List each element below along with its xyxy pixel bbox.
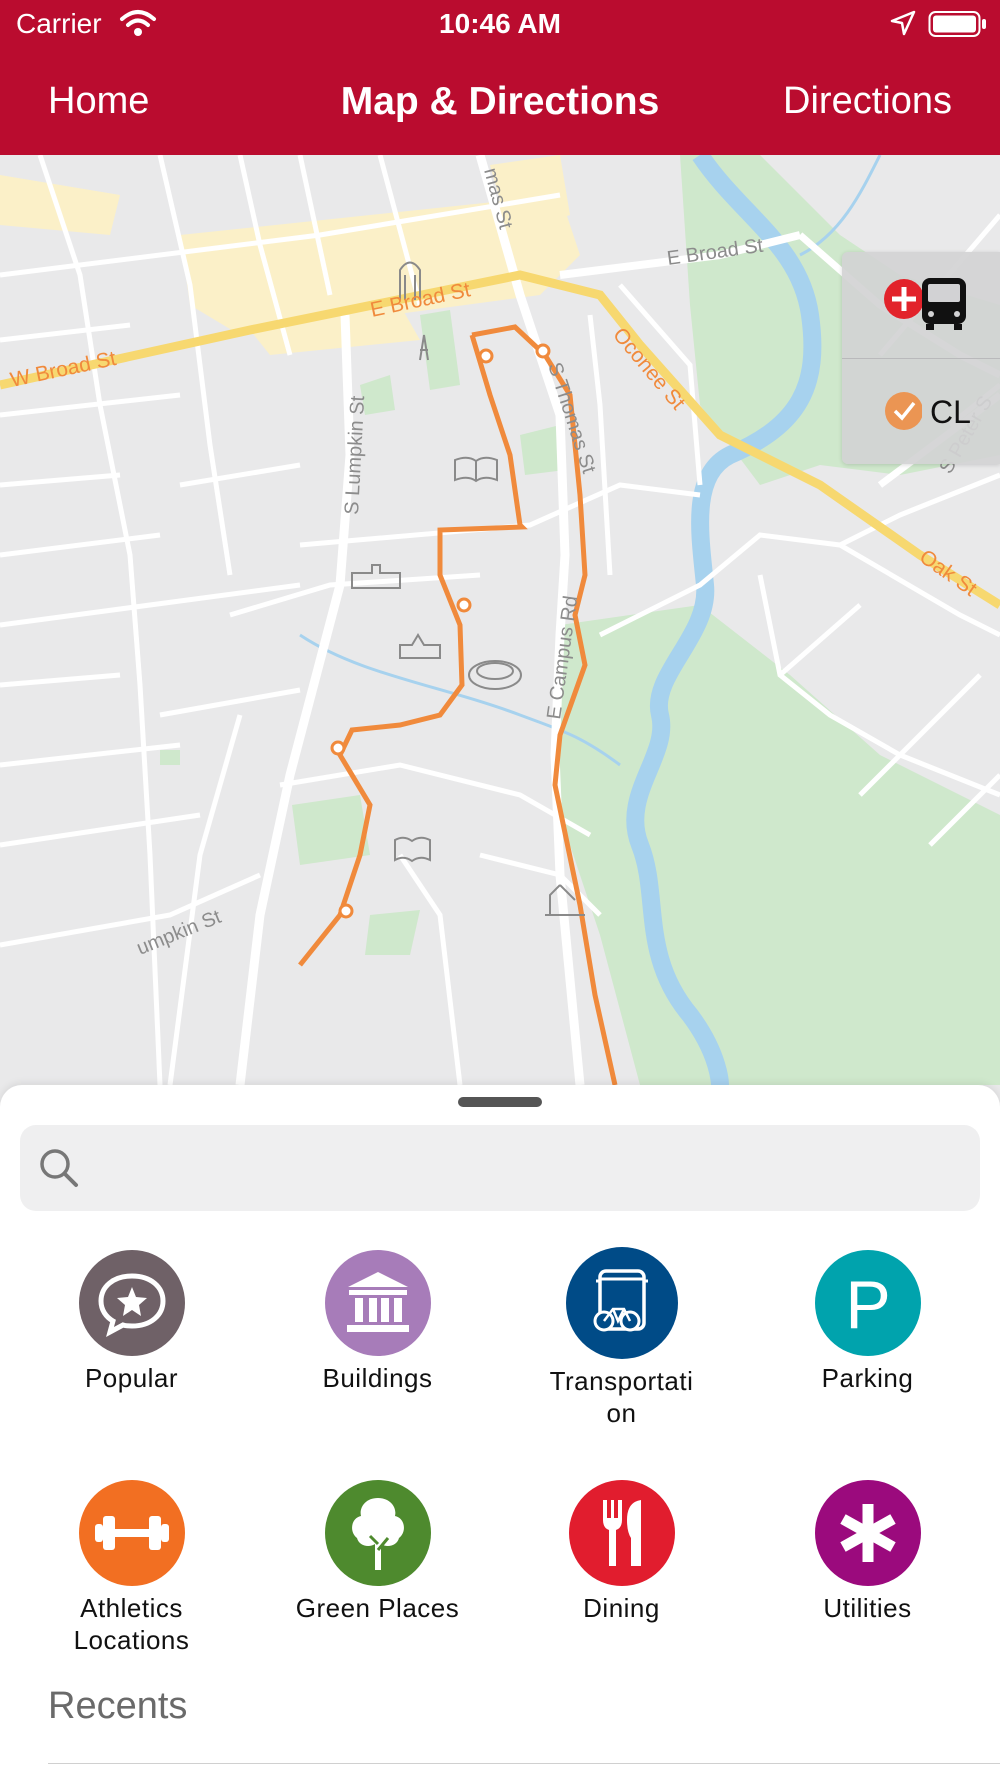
asterisk-icon bbox=[814, 1480, 921, 1586]
directions-button[interactable]: Directions bbox=[783, 80, 952, 123]
popular-icon bbox=[78, 1250, 185, 1356]
campus-map[interactable]: W Broad St E Broad St Oconee St Oak St E… bbox=[0, 155, 1000, 1085]
cl-route-label: CL bbox=[930, 394, 971, 430]
search-bar[interactable] bbox=[20, 1125, 980, 1211]
check-circle-icon bbox=[885, 392, 922, 430]
navigation-bar: Home Map & Directions Directions bbox=[0, 50, 1000, 155]
bottom-sheet: Popular Buildings Transportati on P Park… bbox=[0, 1085, 1000, 1778]
category-popular[interactable]: Popular bbox=[9, 1250, 254, 1394]
cl-route-toggle[interactable]: CL bbox=[842, 358, 1000, 464]
add-bus-icon bbox=[884, 278, 966, 330]
recents-divider bbox=[48, 1763, 1000, 1764]
status-bar: Carrier 10:46 AM bbox=[0, 0, 1000, 50]
category-label: Transportati on bbox=[549, 1366, 694, 1428]
map-controls-panel: CL bbox=[842, 252, 1000, 464]
dumbbell-icon bbox=[78, 1480, 185, 1586]
tree-icon bbox=[324, 1480, 431, 1586]
building-icon bbox=[324, 1250, 431, 1356]
category-label: Athletics Locations bbox=[73, 1593, 190, 1655]
category-parking[interactable]: P Parking bbox=[745, 1250, 990, 1394]
battery-icon bbox=[928, 11, 986, 37]
category-dining[interactable]: Dining bbox=[499, 1480, 744, 1624]
category-label: Parking bbox=[821, 1363, 914, 1393]
add-bus-route-button[interactable] bbox=[842, 252, 1000, 358]
search-input[interactable] bbox=[98, 1125, 958, 1211]
search-icon bbox=[40, 1149, 78, 1187]
location-arrow-icon bbox=[890, 10, 916, 36]
category-label: Popular bbox=[84, 1363, 179, 1393]
category-utilities[interactable]: Utilities bbox=[745, 1480, 990, 1624]
category-green-places[interactable]: Green Places bbox=[255, 1480, 500, 1624]
sheet-grabber[interactable] bbox=[458, 1097, 542, 1107]
recents-heading: Recents bbox=[48, 1685, 188, 1727]
status-time: 10:46 AM bbox=[439, 8, 561, 39]
bus-bike-icon bbox=[565, 1247, 678, 1359]
category-label: Buildings bbox=[322, 1363, 433, 1393]
category-athletics[interactable]: Athletics Locations bbox=[9, 1480, 254, 1656]
category-label: Green Places bbox=[295, 1593, 460, 1623]
svg-text:P: P bbox=[845, 1267, 890, 1343]
parking-icon: P bbox=[814, 1250, 921, 1356]
fork-knife-icon bbox=[568, 1480, 675, 1586]
category-label: Utilities bbox=[823, 1593, 912, 1623]
category-buildings[interactable]: Buildings bbox=[255, 1250, 500, 1394]
category-label: Dining bbox=[583, 1593, 660, 1623]
category-transportation[interactable]: Transportati on bbox=[499, 1247, 744, 1429]
